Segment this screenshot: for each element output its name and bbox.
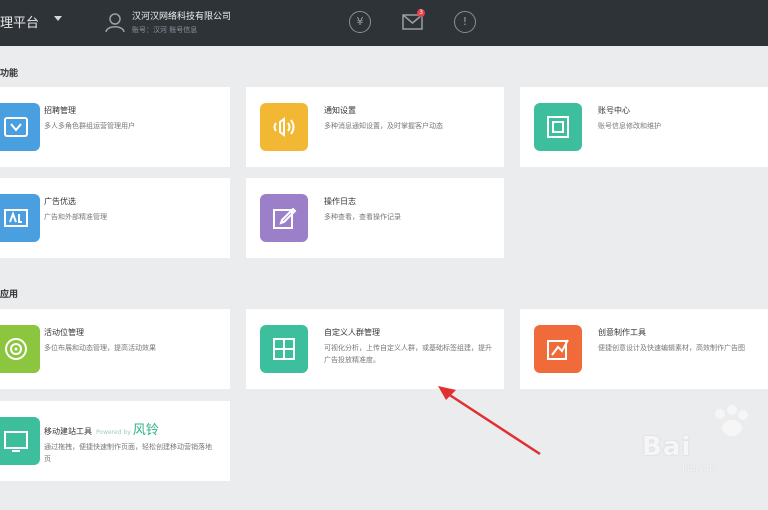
- card-description: 多人多角色群组运营管理用户: [44, 122, 135, 130]
- card-title-text: 移动建站工具: [44, 427, 92, 436]
- card-icon-tile: [0, 325, 40, 373]
- card-title: 操作日志: [324, 197, 356, 206]
- card-custom-audience-management[interactable]: 自定义人群管理 可视化分析，上传自定义人群，或基础标签组建，提升广告投放精准度。: [246, 309, 504, 389]
- top-navigation-bar: 理平台 汉河汉网络科技有限公司 账号：汉河 账号信息 ¥ 3 !: [0, 0, 768, 46]
- card-description: 多种消息通知设置，及时掌握客户动态: [324, 122, 443, 130]
- card-operation-log[interactable]: 操作日志 多种查看，查看操作记录: [246, 178, 504, 258]
- monitor-icon: [4, 431, 28, 452]
- card-icon-tile: [0, 194, 40, 242]
- card-title: 创意制作工具: [598, 328, 646, 337]
- card-title: 广告优选: [44, 197, 76, 206]
- card-activity-slot-management[interactable]: 活动位管理 多位布展和动态管理，提高活动效果: [0, 309, 230, 389]
- card-icon-tile: [534, 325, 582, 373]
- card-icon-tile: [260, 325, 308, 373]
- card-title: 自定义人群管理: [324, 328, 380, 337]
- card-description: 广告和外部精准管理: [44, 213, 107, 221]
- wallet-icon: [4, 117, 28, 137]
- card-description: 通过拖拽，便捷快速制作页面，轻松创建移动营销落地页: [44, 443, 212, 463]
- partner-logo-text: 风铃: [132, 423, 159, 438]
- card-ad-selection[interactable]: 广告优选 广告和外部精准管理: [0, 178, 230, 258]
- powered-by-label: Powered by: [96, 429, 131, 436]
- user-avatar-icon[interactable]: [104, 11, 126, 33]
- red-arrow-annotation: [438, 386, 541, 456]
- section-title-apps: 应用: [0, 290, 19, 300]
- card-title: 账号中心: [598, 106, 630, 115]
- card-account-center[interactable]: 账号中心 账号信息修改和维护: [520, 87, 768, 167]
- money-icon[interactable]: ¥: [349, 11, 371, 33]
- paw-logo-icon: [715, 405, 748, 436]
- card-icon-tile: [534, 103, 582, 151]
- design-icon: [547, 339, 569, 360]
- card-icon-tile: [0, 103, 40, 151]
- ad-icon: [4, 209, 28, 227]
- card-description: 多种查看，查看操作记录: [324, 213, 401, 221]
- watermark-subtext: jingyan: [682, 464, 715, 474]
- card-description: 账号信息修改和维护: [598, 122, 661, 130]
- card-title: 通知设置: [324, 106, 356, 115]
- card-description: 多位布展和动态管理，提高活动效果: [44, 344, 156, 352]
- card-description: 可视化分析，上传自定义人群，或基础标签组建，提升广告投放精准度。: [324, 344, 492, 364]
- chevron-down-icon[interactable]: [54, 16, 62, 21]
- section-title-features: 功能: [0, 69, 19, 79]
- card-creative-tool[interactable]: 创意制作工具 便捷创意设计及快速编辑素材，高效制作广告图: [520, 309, 768, 389]
- message-badge: 3: [417, 9, 425, 17]
- card-icon-tile: [0, 417, 40, 465]
- watermark-text: Bai: [642, 432, 692, 462]
- card-title: 招聘管理: [44, 106, 76, 115]
- baidu-watermark: Bai jingyan: [620, 400, 768, 480]
- id-card-icon: [547, 116, 569, 138]
- card-recruit-management[interactable]: 招聘管理 多人多角色群组运营管理用户: [0, 87, 230, 167]
- grid-icon: [273, 338, 295, 360]
- card-title: 活动位管理: [44, 328, 84, 337]
- account-info: 账号：汉河 账号信息: [132, 26, 198, 34]
- card-title: 移动建站工具 Powered by 风铃: [44, 419, 159, 438]
- card-icon-tile: [260, 103, 308, 151]
- card-icon-tile: [260, 194, 308, 242]
- company-name: 汉河汉网络科技有限公司: [132, 12, 232, 22]
- card-notification-settings[interactable]: 通知设置 多种消息通知设置，及时掌握客户动态: [246, 87, 504, 167]
- card-description: 便捷创意设计及快速编辑素材，高效制作广告图: [598, 344, 745, 352]
- broadcast-icon: [273, 117, 295, 137]
- platform-name[interactable]: 理平台: [0, 12, 39, 31]
- edit-icon: [273, 207, 297, 229]
- card-mobile-site-builder[interactable]: 移动建站工具 Powered by 风铃 通过拖拽，便捷快速制作页面，轻松创建移动营…: [0, 401, 230, 481]
- target-icon: [5, 338, 27, 360]
- help-icon[interactable]: !: [454, 11, 476, 33]
